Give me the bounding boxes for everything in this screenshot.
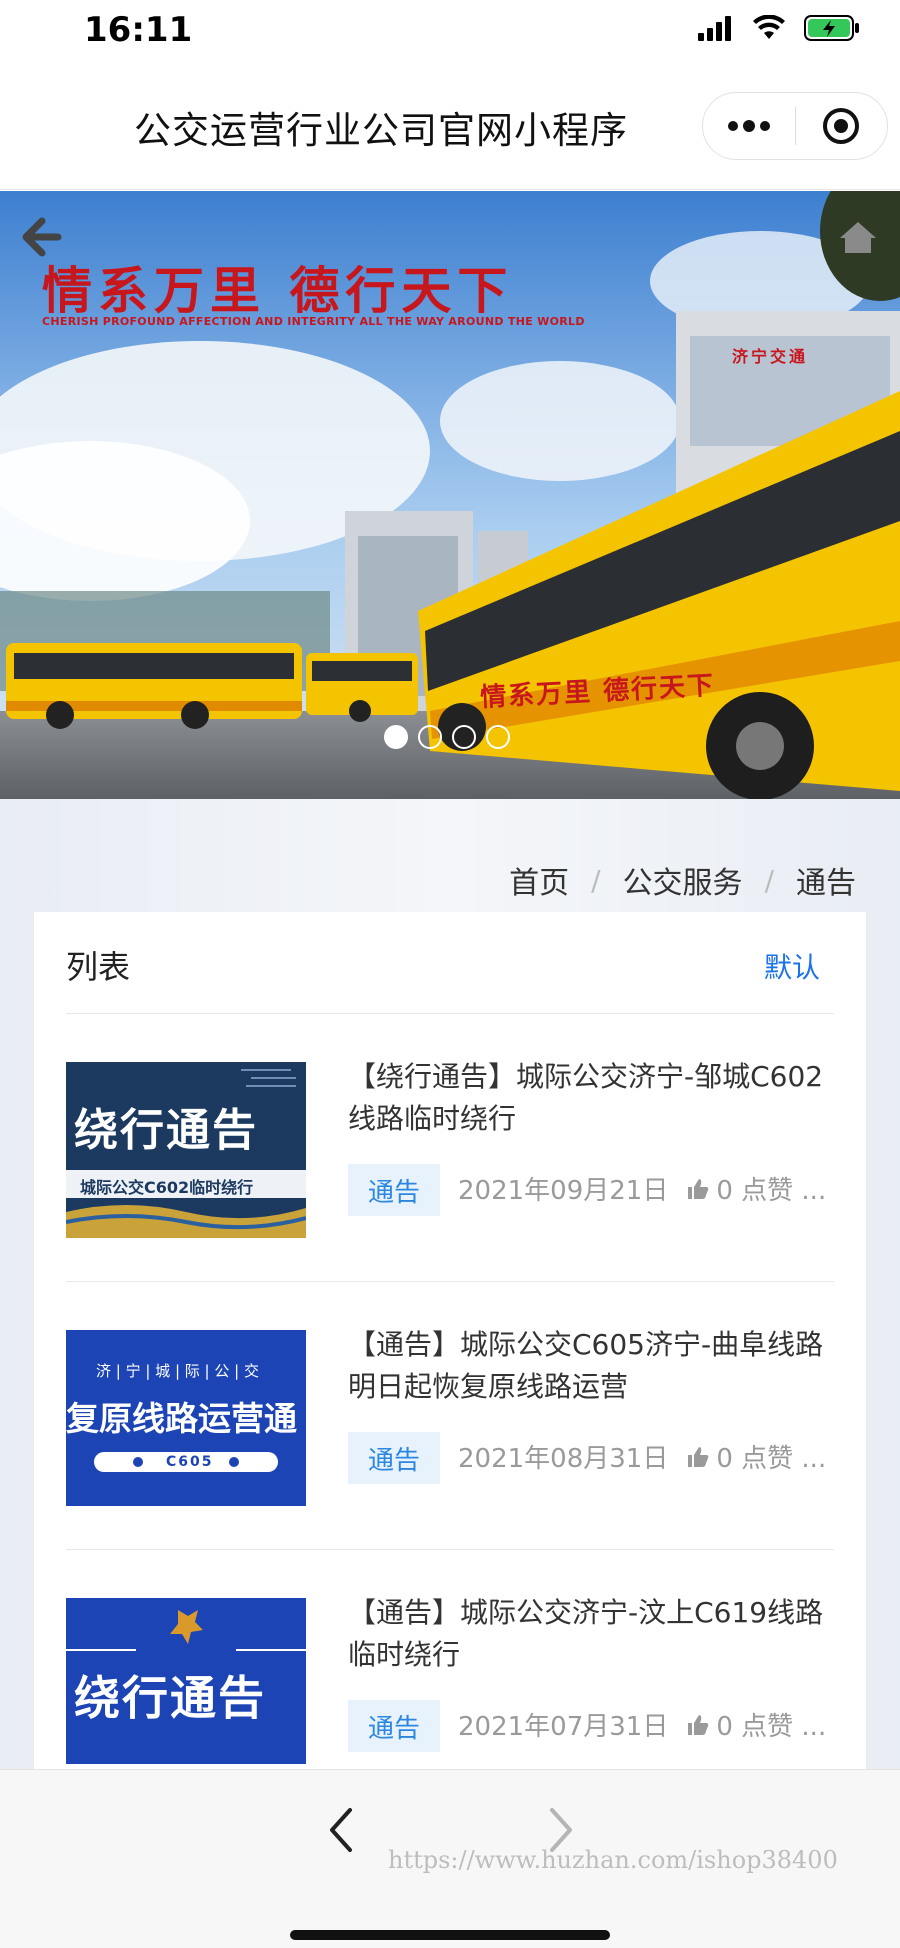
item-thumbnail: 济 | 宁 | 城 | 际 | 公 | 交 复原线路运营通 C605 [66,1330,306,1506]
page-title: 公交运营行业公司官网小程序 [134,109,628,152]
home-icon[interactable] [838,219,878,259]
item-date: 2021年07月31日 [458,1712,669,1742]
nav-back-button[interactable] [326,1806,356,1858]
item-title[interactable]: 【通告】城际公交济宁-汶上C619线路临时绕行 [348,1592,828,1676]
thumb-topline: 济 | 宁 | 城 | 际 | 公 | 交 [96,1362,259,1380]
more-dots-icon [727,120,770,132]
carousel-dot[interactable] [452,725,476,749]
status-icons [698,14,860,42]
item-thumbnail: 绕行通告 城际公交C602临时绕行 [66,1062,306,1238]
chevron-left-icon [330,1808,352,1852]
item-likes: 0 点赞 ... [716,1712,827,1742]
item-meta: 2021年07月31日 0 点赞 ... [458,1706,834,1743]
capsule-menu [702,92,888,160]
thumb-route-pill: C605 [166,1454,214,1470]
thumb-headline: 绕行通告 [74,1671,266,1725]
item-tag: 通告 [348,1700,440,1752]
item-thumbnail: 绕行通告 [66,1598,306,1764]
like-group[interactable]: 0 点赞 ... [686,1438,826,1475]
target-close-icon [823,108,860,144]
breadcrumb-section[interactable]: 公交服务 [623,858,743,902]
item-tag: 通告 [348,1164,440,1216]
wifi-icon [753,15,785,39]
list-title: 列表 [66,948,131,986]
list-item[interactable]: 济 | 宁 | 城 | 际 | 公 | 交 复原线路运营通 C605 【通告】城… [66,1282,834,1550]
breadcrumb: 首页 / 公交服务 / 通告 [509,858,856,902]
breadcrumb-home[interactable]: 首页 [509,858,569,902]
status-time: 16:11 [84,10,193,50]
item-tag: 通告 [348,1432,440,1484]
item-date: 2021年08月31日 [458,1444,669,1474]
thumbs-up-icon [688,1178,709,1199]
building-sign: 济宁交通 [732,347,809,366]
list-card: 列表 默认 绕行通告 城际公交C602临时绕行 【绕行通告】城际公交济宁-邹城C… [34,912,866,1772]
carousel-dot[interactable] [418,725,442,749]
thumbs-up-icon [688,1446,709,1467]
bottom-nav-bar: https://www.huzhan.com/ishop38400 [0,1769,900,1948]
carousel-dot[interactable] [486,725,510,749]
item-title[interactable]: 【通告】城际公交C605济宁-曲阜线路明日起恢复原线路运营 [348,1324,828,1408]
battery-icon [804,15,859,41]
breadcrumb-separator: / [764,863,774,897]
more-button[interactable] [703,93,795,159]
item-likes: 0 点赞 ... [716,1444,827,1474]
status-bar: 16:11 [0,0,900,62]
carousel-indicators [384,725,510,749]
banner-slogan: 情系万里 德行天下 [42,261,514,320]
thumb-subline: 城际公交C602临时绕行 [80,1178,254,1197]
banner-slogan-english: CHERISH PROFOUND AFFECTION AND INTEGRITY… [42,315,585,328]
watermark-text: https://www.huzhan.com/ishop38400 [388,1846,838,1874]
like-group[interactable]: 0 点赞 ... [686,1706,826,1743]
close-button[interactable] [796,93,888,159]
banner-carousel[interactable]: 情系万里 德行天下 CHERISH PROFOUND AFFECTION AND… [0,191,900,799]
thumbs-up-icon [688,1714,709,1735]
item-meta: 2021年08月31日 0 点赞 ... [458,1438,834,1475]
like-group[interactable]: 0 点赞 ... [686,1170,826,1207]
signal-icon [698,16,731,41]
breadcrumb-current: 通告 [796,866,856,901]
thumb-headline: 复原线路运营通 [66,1399,297,1438]
list-item[interactable]: 绕行通告 城际公交C602临时绕行 【绕行通告】城际公交济宁-邹城C602线路临… [66,1014,834,1282]
thumb-headline: 绕行通告 [74,1105,258,1156]
nav-bar: 公交运营行业公司官网小程序 [0,62,900,190]
carousel-dot[interactable] [384,725,408,749]
sort-default-button[interactable]: 默认 [764,946,820,986]
breadcrumb-separator: / [591,863,601,897]
home-indicator [290,1930,610,1940]
item-title[interactable]: 【绕行通告】城际公交济宁-邹城C602线路临时绕行 [348,1056,828,1140]
item-meta: 2021年09月21日 0 点赞 ... [458,1170,834,1207]
item-date: 2021年09月21日 [458,1176,669,1206]
item-likes: 0 点赞 ... [716,1176,827,1206]
